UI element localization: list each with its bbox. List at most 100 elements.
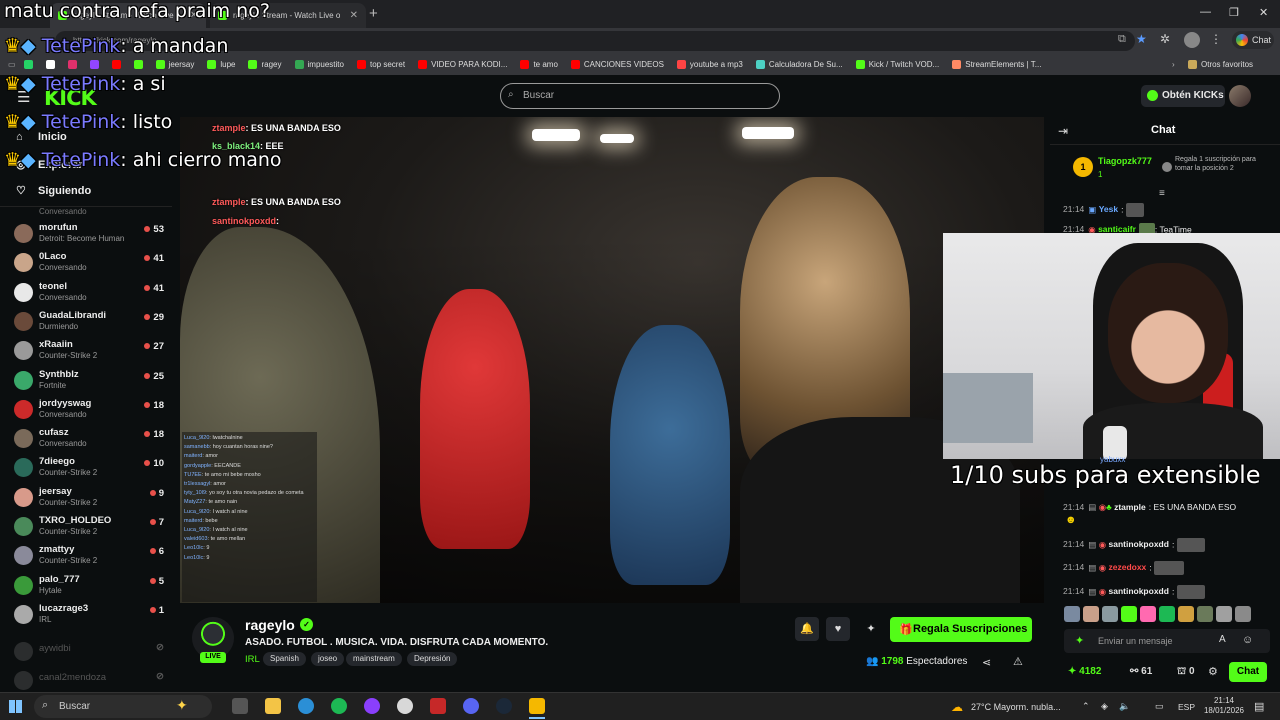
- emote-icon[interactable]: [1064, 606, 1080, 622]
- discord-icon[interactable]: [463, 698, 479, 714]
- sidebar-channel[interactable]: cufasz Conversando 18: [14, 427, 164, 453]
- sidebar-channel[interactable]: xRaaiin Counter-Strike 2 27: [14, 339, 164, 365]
- bookmark-item[interactable]: CANCIONES VIDEOS: [570, 60, 664, 69]
- file-explorer-icon[interactable]: [265, 698, 281, 714]
- report-icon[interactable]: ⚠: [1013, 655, 1023, 668]
- edge-icon[interactable]: [298, 698, 314, 714]
- chat-message-input[interactable]: Enviar un mensaje: [1064, 629, 1270, 653]
- sidebar-channel[interactable]: palo_777 Hytale 5: [14, 574, 164, 600]
- chat-profile-button[interactable]: Chat: [1232, 31, 1274, 49]
- taskbar-clock[interactable]: 21:14 18/01/2026: [1200, 696, 1248, 716]
- bookmark-item[interactable]: impuestito: [294, 60, 344, 69]
- sidebar-channel[interactable]: 0Laco Conversando 41: [14, 251, 164, 277]
- battery-icon[interactable]: ▭: [1155, 701, 1164, 712]
- volume-icon[interactable]: 🔈: [1119, 701, 1130, 712]
- stream-tag[interactable]: Depresión: [407, 652, 458, 666]
- browser-menu-icon[interactable]: ⋮: [1210, 32, 1222, 46]
- chevron-right-icon[interactable]: ›: [1172, 60, 1175, 69]
- windows-start-icon[interactable]: [9, 700, 22, 713]
- translate-icon[interactable]: ⧉: [1118, 33, 1126, 46]
- emote-icon[interactable]: [1083, 606, 1099, 622]
- sparkle-icon[interactable]: ✦: [1075, 634, 1084, 647]
- bookmark-item[interactable]: ragey: [248, 60, 282, 69]
- sidebar-channel[interactable]: Synthblz Fortnite 25: [14, 369, 164, 395]
- send-chat-button[interactable]: Chat: [1229, 662, 1267, 682]
- get-kicks-button[interactable]: Obtén KICKs: [1141, 85, 1225, 107]
- sidebar-channel-offline[interactable]: aywidbi ⊘: [14, 640, 164, 666]
- emote-icon[interactable]: [1235, 606, 1251, 622]
- translate-icon[interactable]: A: [1219, 634, 1226, 645]
- bookmark-item[interactable]: [45, 60, 55, 69]
- emote-icon[interactable]: [1102, 606, 1118, 622]
- app-icon[interactable]: [430, 698, 446, 714]
- bookmark-item[interactable]: [111, 60, 121, 69]
- sidebar-channel[interactable]: jordyyswag Conversando 18: [14, 398, 164, 424]
- emote-icon[interactable]: [1140, 606, 1156, 622]
- stream-category[interactable]: IRL: [245, 654, 260, 665]
- emote-icon[interactable]: [1178, 606, 1194, 622]
- app-icon[interactable]: [529, 698, 545, 714]
- chat-settings-drag-icon[interactable]: ≡: [1159, 188, 1165, 199]
- gift-subs-button[interactable]: 🎁 Regala Suscripciones: [890, 617, 1032, 642]
- weather-text[interactable]: 27°C Mayorm. nubla...: [971, 702, 1061, 712]
- sidebar-channel[interactable]: zmattyy Counter-Strike 2 6: [14, 544, 164, 570]
- notifications-icon[interactable]: ▤: [1254, 700, 1264, 713]
- kicks-balance[interactable]: ✦ 4182: [1068, 666, 1101, 677]
- bookmark-item[interactable]: [89, 60, 99, 69]
- emoji-icon[interactable]: ☺: [1242, 634, 1253, 646]
- emote-icon[interactable]: [1216, 606, 1232, 622]
- pinned-gifter-name[interactable]: Tiagopzk777: [1098, 156, 1152, 166]
- channel-name[interactable]: rageylo: [245, 617, 295, 633]
- new-tab-icon[interactable]: +: [369, 5, 378, 22]
- close-window-icon[interactable]: ✕: [1259, 6, 1268, 19]
- collapse-chat-icon[interactable]: ⇥: [1058, 124, 1068, 138]
- nav-following[interactable]: ♡ Siguiendo: [16, 184, 91, 198]
- canva-icon[interactable]: [364, 698, 380, 714]
- bookmark-star-icon[interactable]: ★: [1136, 32, 1147, 46]
- sidebar-channel[interactable]: jeersay Counter-Strike 2 9: [14, 486, 164, 512]
- extensions-icon[interactable]: ✲: [1160, 32, 1170, 46]
- minimize-icon[interactable]: —: [1200, 6, 1211, 18]
- bookmark-item[interactable]: youtube a mp3: [676, 60, 743, 69]
- sidebar-channel[interactable]: 7dieego Counter-Strike 2 10: [14, 456, 164, 482]
- bookmark-item[interactable]: [133, 60, 143, 69]
- sidebar-channel[interactable]: TXRO_HOLDEO Counter-Strike 2 7: [14, 515, 164, 541]
- stream-tag[interactable]: Spanish: [263, 652, 306, 666]
- bookmark-item[interactable]: lupe: [207, 60, 235, 69]
- bookmark-item[interactable]: te amo: [520, 60, 558, 69]
- channel-points[interactable]: ⚯ 61: [1130, 666, 1152, 677]
- stream-tag[interactable]: mainstream: [346, 652, 402, 666]
- notification-bell-icon[interactable]: 🔔: [795, 617, 819, 641]
- obs-icon[interactable]: [397, 698, 413, 714]
- sidebar-channel[interactable]: GuadaLibrandi Durmiendo 29: [14, 310, 164, 336]
- profile-avatar-icon[interactable]: [1184, 32, 1200, 48]
- bookmark-item[interactable]: [67, 60, 77, 69]
- bookmark-item[interactable]: [23, 60, 33, 69]
- store-count[interactable]: ⛫ 0: [1177, 666, 1195, 679]
- stream-tag[interactable]: joseo: [311, 652, 345, 666]
- share-icon[interactable]: ⋖: [982, 656, 991, 669]
- bookmark-item[interactable]: jeersay: [155, 60, 194, 69]
- bookmark-item[interactable]: Kick / Twitch VOD...: [855, 60, 939, 69]
- bookmark-item[interactable]: Calculadora De Su...: [755, 60, 843, 69]
- chat-settings-icon[interactable]: ⚙: [1208, 665, 1218, 678]
- search-input[interactable]: Buscar: [500, 83, 780, 109]
- other-bookmarks-folder[interactable]: Otros favoritos: [1188, 60, 1253, 69]
- bookmark-item[interactable]: StreamElements | T...: [952, 60, 1041, 69]
- follow-heart-icon[interactable]: ♥: [826, 617, 850, 641]
- task-view-icon[interactable]: [232, 698, 248, 714]
- sparkle-icon[interactable]: ✦: [859, 617, 883, 641]
- wifi-icon[interactable]: ◈: [1101, 701, 1108, 712]
- emote-icon[interactable]: [1121, 606, 1137, 622]
- bookmark-item[interactable]: VIDEO PARA KODI...: [418, 60, 507, 69]
- close-tab-icon[interactable]: ✕: [350, 10, 358, 21]
- sidebar-channel[interactable]: lucazrage3 IRL 1: [14, 603, 164, 629]
- emote-icon[interactable]: [1159, 606, 1175, 622]
- keyboard-language[interactable]: ESP: [1178, 702, 1195, 712]
- user-avatar[interactable]: [1229, 85, 1251, 107]
- spotify-icon[interactable]: [331, 698, 347, 714]
- apps-icon[interactable]: ▭: [8, 60, 16, 69]
- maximize-icon[interactable]: ❐: [1229, 6, 1239, 19]
- tray-chevron-icon[interactable]: ⌃: [1082, 701, 1090, 712]
- steam-icon[interactable]: [496, 698, 512, 714]
